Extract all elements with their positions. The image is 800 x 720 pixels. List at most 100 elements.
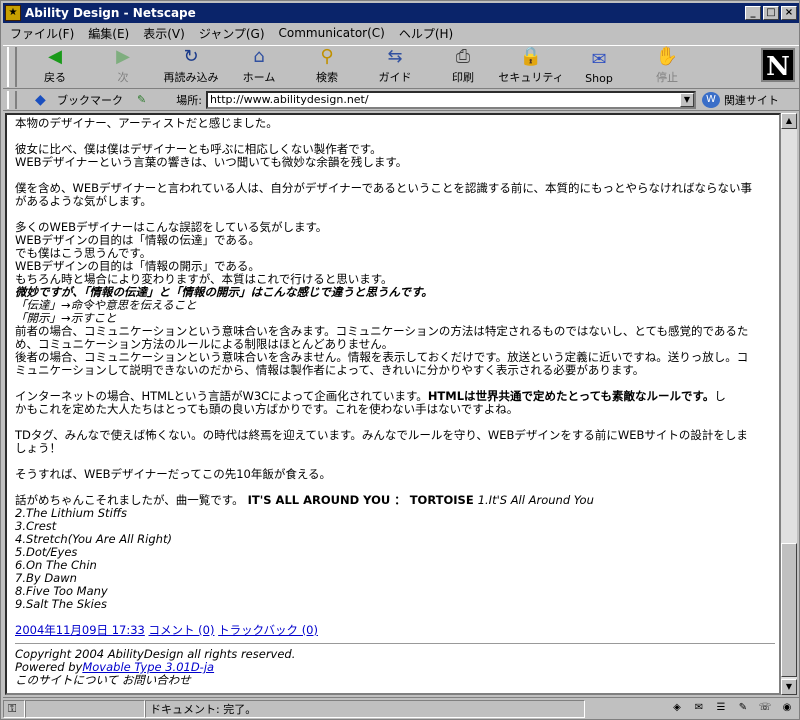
contact-link[interactable]: お問い合わせ xyxy=(122,673,191,687)
track-item: 9.Salt The Skies xyxy=(15,597,107,611)
guide-label: ガイド xyxy=(378,71,412,84)
permalink-date-link[interactable]: 2004年11月09日 17:33 xyxy=(15,623,145,637)
forward-button[interactable]: ▶ 次 xyxy=(89,46,157,88)
track-item: 1.It'S All Around You xyxy=(477,493,594,507)
article-line: 本物のデザイナー、アーティストだと感じました。 xyxy=(15,116,278,130)
shop-icon: ✉ xyxy=(591,48,607,70)
scroll-down-arrow-icon[interactable]: ▼ xyxy=(781,679,797,695)
progress-area xyxy=(25,699,145,718)
url-text: http://www.abilitydesign.net/ xyxy=(209,92,369,106)
html-bold: HTMLは世界共通で定めたとっても素敵なルールです。 xyxy=(427,389,715,403)
location-bar: ◆ ブックマーク ✎ 場所: http://www.abilitydesign.… xyxy=(3,89,799,111)
toolbar-grip[interactable] xyxy=(7,47,17,87)
article-line: があるような気がします。 xyxy=(15,194,152,208)
forward-label: 次 xyxy=(117,71,129,84)
article-line: TDタグ、みんなで使えば怖くない。の時代は終焉を迎えています。みんなでルールを守… xyxy=(15,428,748,442)
article-line: WEBデザイナーという言葉の響きは、いつ聞いても微妙な余韻を残します。 xyxy=(15,155,408,169)
post-meta: 2004年11月09日 17:33 コメント (0) トラックバック (0) xyxy=(15,624,775,637)
navigator-icon[interactable]: ◈ xyxy=(669,702,685,716)
scroll-thumb[interactable] xyxy=(781,543,797,677)
guide-button[interactable]: ⇆ ガイド xyxy=(361,46,429,88)
search-label: 検索 xyxy=(316,71,338,84)
menu-go[interactable]: ジャンプ(G) xyxy=(192,25,272,42)
menu-edit[interactable]: 編集(E) xyxy=(81,25,136,42)
discussion-icon[interactable]: ☰ xyxy=(713,702,729,716)
bookmarks-button[interactable]: ◆ ブックマーク xyxy=(35,92,123,108)
back-button[interactable]: ◀ 戻る xyxy=(21,46,89,88)
related-sites-button[interactable]: W 関連サイト xyxy=(701,91,779,108)
movable-type-link[interactable]: Movable Type 3.01D-ja xyxy=(82,660,214,674)
home-button[interactable]: ⌂ ホーム xyxy=(225,46,293,88)
vertical-scrollbar[interactable]: ▲ ▼ xyxy=(781,113,797,695)
stop-button[interactable]: ✋ 停止 xyxy=(633,46,701,88)
title-bar: ★ Ability Design - Netscape _ □ × xyxy=(3,3,799,23)
article-line: ミュニケーションして説明できないのだから、情報は製作者によって、きれいに分かりや… xyxy=(15,363,645,377)
trackback-link[interactable]: トラックバック (0) xyxy=(218,623,318,637)
status-bar: ⚿ ドキュメント: 完了。 ◈ ✉ ☰ ✎ ☏ ◉ xyxy=(3,697,799,719)
powered-label: Powered by xyxy=(15,660,83,674)
url-field[interactable]: http://www.abilitydesign.net/ ▼ xyxy=(205,90,696,109)
page-proxy-icon[interactable]: ✎ xyxy=(137,93,146,106)
article-line: かもこれを定めた大人たちはとっても頭の良い方ばかりです。これを使わない手はないで… xyxy=(15,402,519,416)
stop-icon: ✋ xyxy=(655,46,679,67)
album-title: IT'S ALL AROUND YOU ： TORTOISE xyxy=(247,493,474,507)
netscape-icon: ★ xyxy=(5,5,21,21)
track-item: 8.Five Too Many xyxy=(15,584,108,598)
print-button[interactable]: ⎙ 印刷 xyxy=(429,46,497,88)
guide-icon: ⇆ xyxy=(387,46,403,67)
window-title: Ability Design - Netscape xyxy=(25,6,196,20)
netscape-logo[interactable]: N xyxy=(761,48,795,82)
print-label: 印刷 xyxy=(452,71,474,84)
menu-file[interactable]: ファイル(F) xyxy=(3,25,81,42)
bookmarks-label: ブックマーク xyxy=(57,93,123,107)
security-label: セキュリティ xyxy=(498,71,564,84)
menu-communicator[interactable]: Communicator(C) xyxy=(272,26,392,40)
conference-icon[interactable]: ☏ xyxy=(757,702,773,716)
minimize-button[interactable]: _ xyxy=(745,6,761,20)
track-item: 2.The Lithium Stiffs xyxy=(15,506,128,520)
shop-label: Shop xyxy=(585,72,613,85)
netcaster-icon[interactable]: ◉ xyxy=(779,702,795,716)
comment-link[interactable]: コメント (0) xyxy=(149,623,215,637)
footer-links: このサイトについて お問い合わせ xyxy=(15,674,775,687)
security-button[interactable]: 🔒 セキュリティ xyxy=(497,46,565,88)
status-text: ドキュメント: 完了。 xyxy=(145,699,585,718)
back-label: 戻る xyxy=(44,71,66,84)
lock-icon: 🔒 xyxy=(519,46,543,67)
article-line: しょう！ xyxy=(15,441,61,455)
html-pre: インターネットの場合、HTMLという言語がW3Cによって企画化されています。 xyxy=(15,389,428,403)
about-link[interactable]: このサイトについて xyxy=(15,673,118,687)
composer-icon[interactable]: ✎ xyxy=(735,702,751,716)
html-post: し xyxy=(714,389,726,403)
track-item: 6.On The Chin xyxy=(15,558,97,572)
mail-icon[interactable]: ✉ xyxy=(691,702,707,716)
printer-icon: ⎙ xyxy=(455,46,471,67)
location-grip[interactable] xyxy=(7,90,17,109)
back-arrow-icon: ◀ xyxy=(48,46,62,67)
related-icon: W xyxy=(701,91,720,108)
footer-divider xyxy=(15,643,775,644)
bookmark-icon: ◆ xyxy=(35,91,46,108)
reload-button[interactable]: ↻ 再読み込み xyxy=(157,46,225,88)
security-status-icon[interactable]: ⚿ xyxy=(3,699,25,718)
chevron-down-icon[interactable]: ▼ xyxy=(679,92,694,107)
definition-transfer: 「伝達」→命令や意思を伝えること xyxy=(15,298,197,312)
shop-button[interactable]: ✉ Shop xyxy=(565,46,633,88)
browser-window: ★ Ability Design - Netscape _ □ × ファイル(F… xyxy=(0,0,800,720)
tracklist-heading: 話がめちゃんこそれましたが、曲一覧です。 IT'S ALL AROUND YOU … xyxy=(15,494,775,507)
close-button[interactable]: × xyxy=(781,6,797,20)
track-item: 7.By Dawn xyxy=(15,571,77,585)
reload-label: 再読み込み xyxy=(163,71,219,84)
article-line: そうすれば、WEBデザイナーだってこの先10年飯が食える。 xyxy=(15,467,332,481)
stop-label: 停止 xyxy=(656,71,678,84)
menu-bar: ファイル(F) 編集(E) 表示(V) ジャンプ(G) Communicator… xyxy=(3,23,799,43)
reload-icon: ↻ xyxy=(183,46,199,67)
maximize-button[interactable]: □ xyxy=(763,6,779,20)
search-button[interactable]: ⚲ 検索 xyxy=(293,46,361,88)
scroll-up-arrow-icon[interactable]: ▲ xyxy=(781,113,797,129)
menu-view[interactable]: 表示(V) xyxy=(136,25,192,42)
home-icon: ⌂ xyxy=(253,46,265,67)
home-label: ホーム xyxy=(242,71,276,84)
menu-help[interactable]: ヘルプ(H) xyxy=(392,25,460,42)
tracklist-intro: 話がめちゃんこそれましたが、曲一覧です。 xyxy=(15,493,244,507)
